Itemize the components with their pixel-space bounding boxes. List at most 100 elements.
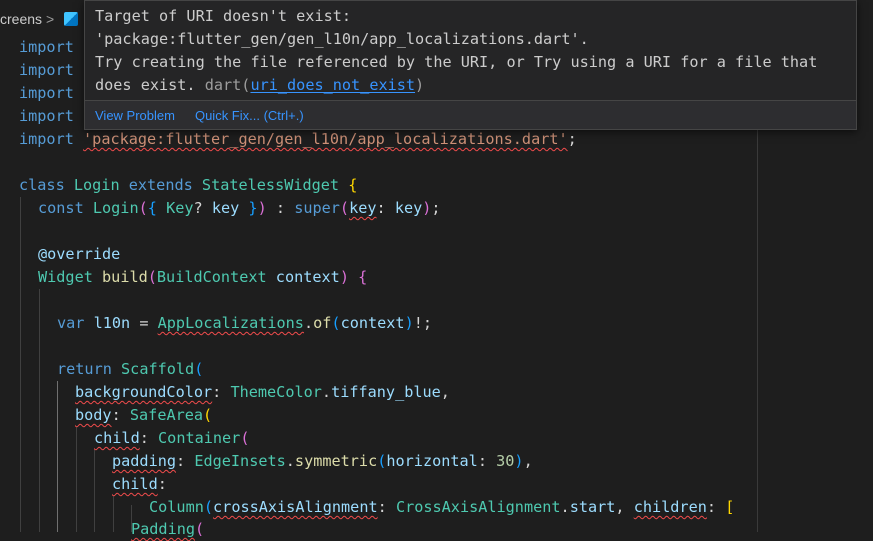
indent-guide (39, 289, 40, 532)
child-prop: child (112, 475, 158, 493)
hover-line: Target of URI doesn't exist: (95, 7, 352, 25)
code-line-build: Widget build(BuildContext context) { (38, 266, 367, 289)
error-hover-popup: Target of URI doesn't exist: 'package:fl… (84, 0, 857, 130)
tiffany-blue: tiffany_blue (331, 383, 441, 401)
safe-area-widget: SafeArea (129, 406, 204, 424)
code-line-import: import (19, 36, 74, 59)
const-keyword: const (38, 199, 84, 217)
bracket: [ (725, 498, 735, 516)
paren: ) (404, 314, 414, 332)
key-type: Key (166, 199, 194, 217)
code-line-column: Column(crossAxisAlignment: CrossAxisAlig… (149, 498, 735, 516)
import-path-error[interactable]: 'package:flutter_gen/gen_l10n/app_locali… (83, 130, 568, 148)
brace: { (348, 176, 358, 194)
breadcrumb[interactable]: creens > (0, 8, 79, 30)
extends-keyword: extends (128, 176, 193, 194)
code-line-constructor: const Login({ Key? key }) : super(key: k… (38, 199, 441, 217)
cross-axis-enum: CrossAxisAlignment (395, 498, 561, 516)
key-val: key (394, 199, 423, 217)
hover-line: Try creating the file referenced by the … (95, 53, 818, 71)
padding-prop: padding (112, 452, 177, 470)
indent-guide (94, 450, 95, 532)
ctx-type: BuildContext (156, 268, 267, 286)
paren: ( (138, 199, 148, 217)
child-prop: child (94, 429, 140, 447)
paren: ( (331, 314, 341, 332)
brace: } (248, 199, 258, 217)
body-prop: body (75, 406, 112, 424)
brace: { (147, 199, 157, 217)
dart-file-icon (64, 12, 79, 26)
semicolon: ; (567, 130, 577, 148)
return-keyword: return (57, 360, 112, 378)
code-line-padding: padding: EdgeInsets.symmetric(horizontal… (112, 452, 533, 470)
import-keyword: import (19, 107, 74, 125)
widget-type: Widget (38, 268, 93, 286)
class-keyword: class (19, 176, 65, 194)
class-name: Login (73, 176, 120, 194)
var-keyword: var (57, 314, 85, 332)
code-line-child: child: Container( (94, 429, 250, 447)
key-arg: key (349, 199, 377, 217)
theme-color: ThemeColor (230, 383, 322, 401)
import-keyword: import (19, 61, 74, 79)
app-localizations-error[interactable]: AppLocalizations (158, 314, 304, 332)
indent-guide (57, 381, 58, 532)
ctor-name: Login (92, 199, 139, 217)
of-function: of (313, 314, 332, 332)
code-line-body: body: SafeArea( (75, 406, 213, 424)
key-param: key (211, 199, 240, 217)
hover-message: Target of URI doesn't exist: 'package:fl… (95, 5, 848, 97)
code-line-padding-widget: Padding( (131, 518, 204, 541)
import-keyword: import (19, 38, 74, 56)
code-line-import-error: import 'package:flutter_gen/gen_l10n/app… (19, 128, 577, 151)
paren: ) (339, 268, 349, 286)
edge-insets: EdgeInsets (194, 452, 286, 470)
padding-widget: Padding (131, 520, 196, 538)
indent-guide (113, 496, 114, 532)
paren: ( (377, 452, 387, 470)
override-annotation: @override (38, 245, 121, 263)
background-color-prop: backgroundColor (75, 383, 213, 401)
l10n-variable: l10n (93, 314, 131, 332)
paren: ( (194, 360, 204, 378)
paren: ( (339, 199, 350, 217)
paren: ) (514, 452, 524, 470)
paren: ( (203, 498, 214, 516)
code-line-child2: child: (112, 475, 167, 493)
container-widget: Container (158, 429, 241, 447)
code-line-import: import (19, 59, 74, 82)
brace: { (358, 268, 368, 286)
view-problem-link[interactable]: View Problem (95, 108, 175, 123)
ctx-param: context (275, 268, 340, 286)
code-line-l10n: var l10n = AppLocalizations.of(context)!… (57, 314, 433, 332)
cross-axis-prop: crossAxisAlignment (213, 498, 378, 516)
scaffold-widget: Scaffold (121, 360, 195, 378)
quick-fix-link[interactable]: Quick Fix... (Ctrl+.) (195, 108, 304, 123)
breadcrumb-separator: > (46, 11, 55, 27)
paren: ) (257, 199, 267, 217)
super-keyword: super (294, 199, 340, 217)
breadcrumb-folder[interactable]: creens (0, 11, 42, 27)
horizontal-value: 30 (496, 452, 515, 470)
code-line-class: class Login extends StatelessWidget { (19, 174, 357, 197)
build-function: build (102, 268, 148, 286)
start-value: start (569, 498, 616, 516)
import-keyword: import (19, 84, 74, 102)
indent-guide (76, 427, 77, 532)
base-class: StatelessWidget (201, 176, 340, 194)
hover-actions-bar: View Problem Quick Fix... (Ctrl+.) (85, 100, 856, 129)
paren: ( (195, 520, 205, 538)
hover-line: 'package:flutter_gen/gen_l10n/app_locali… (95, 30, 589, 48)
code-line-annotation: @override (38, 243, 120, 266)
children-prop: children (633, 498, 707, 516)
column-widget: Column (149, 498, 204, 516)
ctx-arg: context (340, 314, 405, 332)
symmetric-function: symmetric (294, 452, 378, 470)
hover-source-close: ) (415, 76, 425, 94)
error-code-link[interactable]: uri_does_not_exist (250, 76, 415, 94)
code-line-import: import (19, 82, 74, 105)
import-keyword: import (19, 130, 74, 148)
hover-source: dart( (204, 76, 251, 94)
paren: ( (240, 429, 250, 447)
